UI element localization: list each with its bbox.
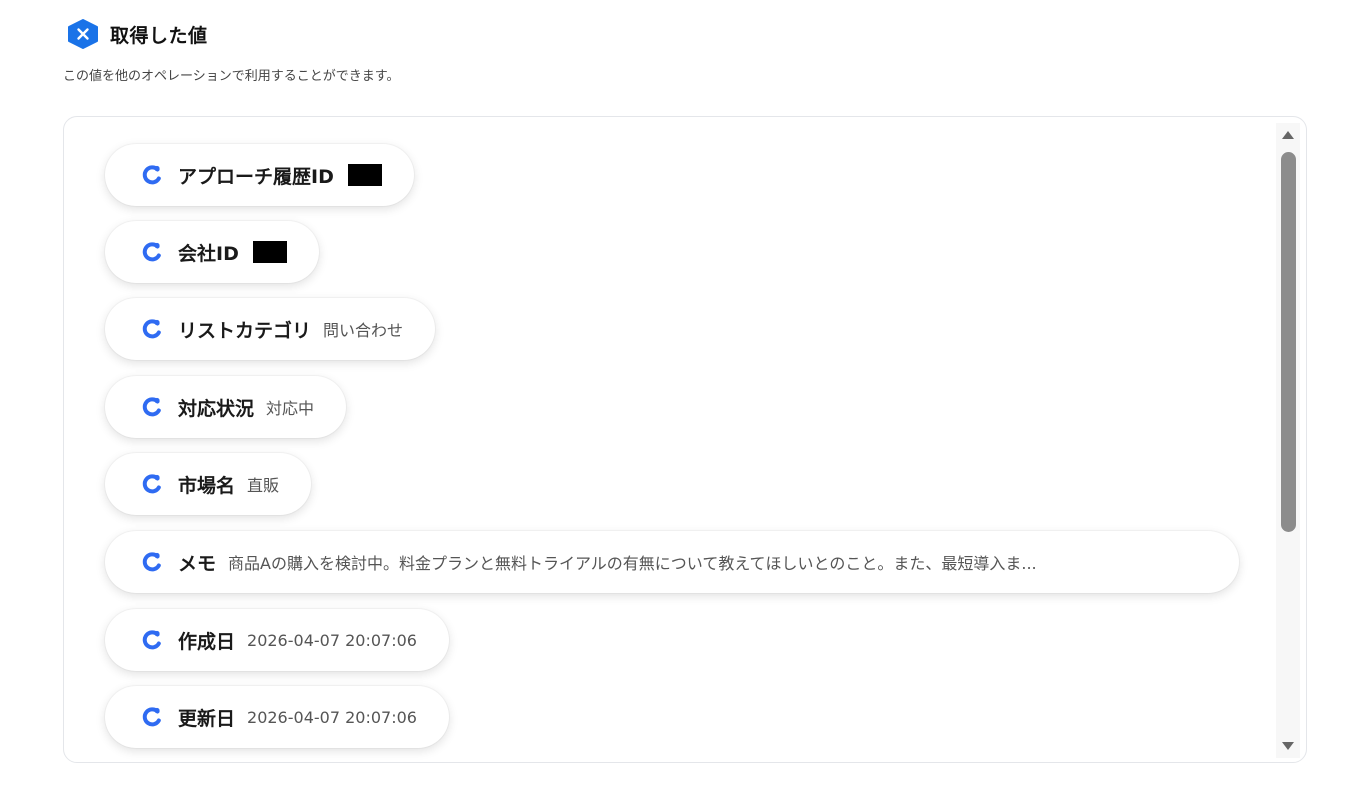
redacted-value: [347, 164, 382, 186]
value-key: メモ: [178, 552, 217, 575]
scrollbar-thumb[interactable]: [1281, 152, 1296, 532]
value-key: 市場名: [178, 474, 236, 497]
link-c-icon: [142, 474, 161, 494]
value-text: 商品Aの購入を検討中。料金プランと無料トライアルの有無について教えてほしいとのこ…: [228, 554, 1037, 573]
link-c-icon: [142, 242, 161, 262]
link-c-icon: [142, 552, 161, 572]
value-chip[interactable]: アプローチ履歴ID: [105, 144, 414, 206]
scroll-down-arrow-icon[interactable]: [1282, 742, 1294, 750]
link-c-icon: [142, 707, 161, 727]
section-header: 取得した値: [66, 18, 208, 50]
section-description: この値を他のオペレーションで利用することができます。: [63, 69, 400, 84]
link-c-icon: [142, 397, 161, 417]
page-title: 取得した値: [110, 24, 208, 47]
link-c-icon: [142, 319, 161, 339]
value-key: 作成日: [178, 630, 236, 653]
value-key: リストカテゴリ: [178, 319, 312, 342]
values-panel: アプローチ履歴ID 会社ID リストカテゴリ 問い合わせ 対応状況 対応中 市場…: [63, 116, 1307, 763]
value-key: 会社ID: [178, 242, 239, 265]
value-text: 2026-04-07 20:07:06: [247, 707, 417, 727]
value-chip[interactable]: 会社ID: [105, 221, 319, 283]
value-text: 問い合わせ: [323, 321, 404, 340]
redacted-value: [252, 241, 287, 263]
value-key: 対応状況: [178, 397, 255, 420]
value-chip[interactable]: リストカテゴリ 問い合わせ: [105, 298, 436, 360]
value-chip[interactable]: 作成日 2026-04-07 20:07:06: [105, 609, 449, 671]
scrollbar[interactable]: [1276, 123, 1300, 758]
close-hexagon-icon: [68, 19, 98, 49]
value-key: 更新日: [178, 707, 236, 730]
value-text: 直販: [247, 476, 280, 495]
scroll-up-arrow-icon[interactable]: [1282, 131, 1294, 139]
value-chip[interactable]: 対応状況 対応中: [105, 376, 347, 438]
value-key: アプローチ履歴ID: [178, 165, 334, 188]
value-chip[interactable]: メモ 商品Aの購入を検討中。料金プランと無料トライアルの有無について教えてほしい…: [105, 531, 1239, 593]
value-text: 対応中: [266, 399, 315, 418]
link-c-icon: [142, 630, 161, 650]
value-chip[interactable]: 更新日 2026-04-07 20:07:06: [105, 686, 449, 748]
link-c-icon: [142, 165, 161, 185]
value-chip[interactable]: 市場名 直販: [105, 453, 312, 515]
value-text: 2026-04-07 20:07:06: [247, 630, 417, 650]
